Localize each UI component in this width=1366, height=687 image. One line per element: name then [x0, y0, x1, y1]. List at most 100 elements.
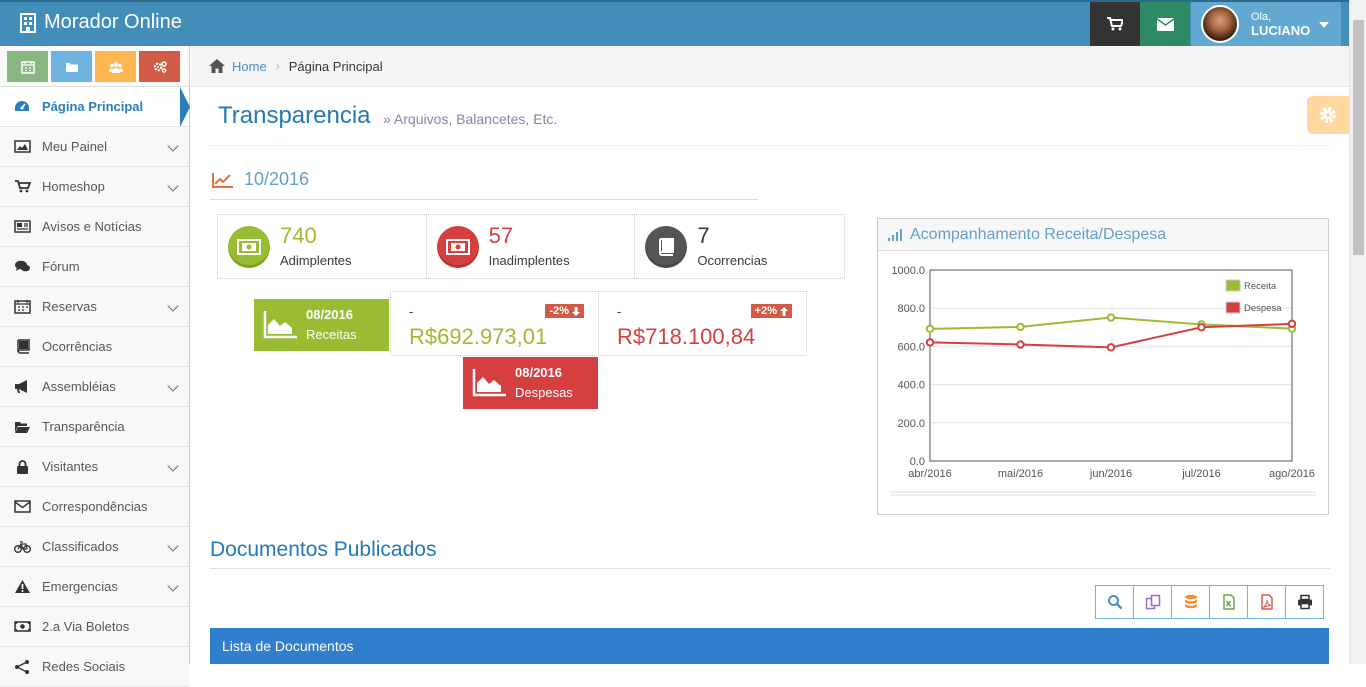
sidebar-item-correspondencias[interactable]: Correspondências [0, 487, 189, 527]
sidebar: Página Principal Meu Painel Homeshop Avisos… [0, 46, 190, 687]
despesas-badge: +2% [750, 304, 792, 318]
despesas-value: R$718.100,84 [617, 324, 756, 349]
documents-table-header: Lista de Documentos [210, 628, 1329, 664]
sidebar-item-label: Página Principal [42, 99, 144, 114]
sidebar-item-visitantes[interactable]: Visitantes [0, 447, 189, 487]
despesas-badge-text: +2% [754, 305, 777, 317]
arrow-up-icon [780, 306, 788, 316]
shortcut-settings-button[interactable] [139, 51, 180, 82]
money-icon [237, 238, 261, 255]
plot-area [929, 269, 1293, 462]
stat-adimplentes: 740 Adimplentes [218, 215, 427, 278]
legend-label: Despesa [1244, 303, 1282, 314]
calendar-icon [12, 299, 32, 315]
sidebar-item-homeshop[interactable]: Homeshop [0, 167, 189, 207]
despesas-label: Despesas [515, 385, 573, 400]
receitas-badge-text: -2% [549, 305, 569, 317]
folder-icon [65, 62, 78, 72]
sidebar-item-assembleias[interactable]: Assembléias [0, 367, 189, 407]
print-button[interactable] [1285, 585, 1324, 619]
sidebar-item-pagina-principal[interactable]: Página Principal [0, 87, 189, 127]
data-point-despesa [1197, 323, 1206, 332]
brand[interactable]: Morador Online [20, 11, 182, 34]
stat-value: 7 [697, 223, 710, 248]
sidebar-item-avisos-e-noticias[interactable]: Avisos e Notícias [0, 207, 189, 247]
shortcut-users-button[interactable] [95, 51, 136, 82]
sidebar-item-classificados[interactable]: Classificados [0, 527, 189, 567]
sidebar-item-reservas[interactable]: Reservas [0, 287, 189, 327]
data-point-despesa [1287, 319, 1297, 329]
page-scrollbar[interactable] [1349, 0, 1366, 664]
shortcut-calendar-button[interactable] [7, 51, 48, 82]
stat-circle-adimplentes [228, 225, 270, 268]
chevron-down-icon[interactable] [167, 580, 179, 592]
user-greeting: Ola, [1251, 11, 1272, 23]
breadcrumb-home-link[interactable]: Home [232, 59, 267, 74]
breadcrumb-current: Página Principal [288, 58, 383, 74]
despesas-value-box: - +2% R$718.100,84 [598, 291, 807, 356]
data-point-receita [1106, 313, 1116, 322]
data-point-despesa [1106, 343, 1116, 352]
cart-button[interactable] [1090, 2, 1140, 46]
sidebar-item-2-a-via-boletos[interactable]: 2.a Via Boletos [0, 607, 189, 647]
stat-value: 57 [488, 223, 514, 248]
x-tick-label: ago/2016 [1269, 468, 1315, 480]
shortcut-folder-button[interactable] [51, 51, 92, 82]
messages-button[interactable] [1140, 2, 1190, 46]
stat-label: Adimplentes [280, 253, 352, 268]
receitas-label: Receitas [306, 327, 357, 342]
sidebar-item-label: Meu Painel [42, 139, 108, 154]
sidebar-item-transparencia[interactable]: Transparência [0, 407, 189, 447]
bullhorn-icon [12, 379, 32, 395]
legend-swatch [1225, 301, 1241, 314]
pdf-button[interactable] [1247, 585, 1286, 619]
cogs-icon [153, 60, 167, 73]
scrollbar-thumb[interactable] [1353, 20, 1364, 255]
sidebar-item-redes-sociais[interactable]: Redes Sociais [0, 647, 189, 687]
receitas-value: R$692.973,01 [409, 324, 548, 349]
sidebar-item-label: Ocorrências [42, 339, 113, 354]
sidebar-item-label: Assembléias [42, 379, 116, 394]
sidebar-item-forum[interactable]: Fórum [0, 247, 189, 287]
navbar: Morador Online Ola, LUCIANO [0, 0, 1349, 46]
lock-icon [12, 459, 32, 475]
search-button[interactable] [1095, 585, 1134, 619]
widget-header: Acompanhamento Receita/Despesa [878, 219, 1328, 251]
data-point-receita [1016, 322, 1025, 332]
documents-title: Documentos Publicados [210, 538, 1330, 569]
users-icon [108, 61, 123, 73]
sidebar-item-emergencias[interactable]: Emergencias [0, 567, 189, 607]
y-tick-label: 200.0 [897, 418, 925, 430]
envelope-icon [12, 499, 32, 515]
receitas-badge: -2% [545, 304, 584, 318]
x-tick-label: mai/2016 [998, 468, 1043, 480]
sidebar-item-label: Homeshop [42, 179, 105, 194]
app-title: Morador Online [44, 11, 182, 33]
area-chart-icon [263, 311, 297, 339]
user-menu[interactable]: Ola, LUCIANO [1191, 2, 1341, 46]
widget-title: Acompanhamento Receita/Despesa [910, 225, 1167, 243]
period-header: 10/2016 [210, 160, 758, 200]
chevron-down-icon[interactable] [167, 140, 179, 152]
data-point-despesa [925, 338, 935, 347]
chevron-down-icon[interactable] [167, 460, 179, 472]
database-icon [1184, 594, 1197, 609]
sidebar-item-meu-painel[interactable]: Meu Painel [0, 127, 189, 167]
database-button[interactable] [1171, 585, 1210, 619]
chevron-down-icon[interactable] [167, 540, 179, 552]
y-tick-label: 600.0 [897, 341, 925, 353]
folder-open-icon [12, 419, 32, 435]
excel-icon [1222, 594, 1235, 610]
excel-button[interactable] [1209, 585, 1248, 619]
chevron-down-icon[interactable] [167, 380, 179, 392]
stats-panel: 740 Adimplentes 57 Inadimplentes 7 Ocorr… [217, 214, 845, 279]
data-point-despesa [1016, 340, 1025, 349]
line-chart: 0.0 200.0 400.0 600.0 800.0 1000.0 abr/2016 mai… [890, 265, 1316, 496]
despesas-dash: - [617, 304, 622, 319]
chevron-down-icon[interactable] [167, 300, 179, 312]
chevron-down-icon[interactable] [167, 180, 179, 192]
signal-icon [888, 228, 902, 241]
copy-button[interactable] [1133, 585, 1172, 619]
sidebar-item-ocorrencias[interactable]: Ocorrências [0, 327, 189, 367]
envelope-icon [1156, 17, 1174, 31]
